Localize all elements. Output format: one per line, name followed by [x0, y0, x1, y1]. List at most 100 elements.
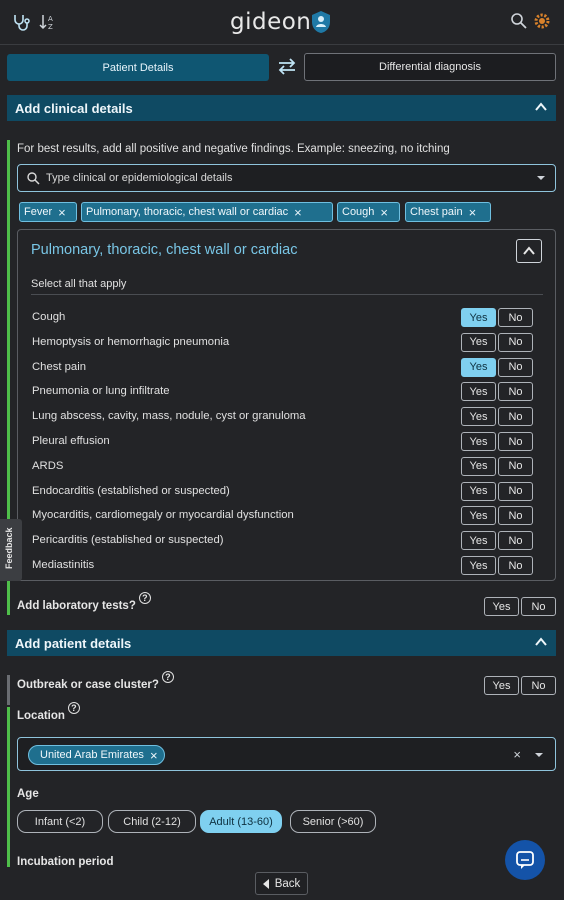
chevron-down-icon[interactable]: [537, 176, 545, 180]
search-placeholder: Type clinical or epidemiological details: [46, 172, 233, 184]
yes-button[interactable]: Yes: [461, 481, 496, 501]
chip-label: Cough: [342, 206, 375, 218]
no-button[interactable]: No: [498, 556, 533, 575]
question-label: Pleural effusion: [32, 435, 110, 447]
question-row: Pneumonia or lung infiltrate Yes No: [32, 382, 552, 402]
settings-icon[interactable]: [533, 12, 555, 32]
location-chip[interactable]: United Arab Emirates ×: [28, 745, 165, 765]
no-button[interactable]: No: [498, 308, 533, 327]
yes-button[interactable]: Yes: [461, 556, 496, 575]
yes-button[interactable]: Yes: [461, 382, 496, 402]
close-icon[interactable]: ×: [469, 205, 477, 220]
location-input[interactable]: United Arab Emirates × ×: [17, 737, 556, 771]
outbreak-rail: [7, 675, 10, 705]
age-option-button[interactable]: Child (2-12): [108, 810, 196, 833]
panel-divider: [31, 294, 543, 295]
top-divider: [0, 44, 564, 45]
sort-icon[interactable]: AZ: [38, 12, 60, 32]
chevron-up-icon[interactable]: [534, 100, 548, 114]
search-icon[interactable]: [510, 12, 532, 32]
feedback-tab[interactable]: Feedback: [0, 519, 22, 581]
outbreak-question: Outbreak or case cluster??: [17, 671, 174, 691]
chip-cough[interactable]: Cough ×: [337, 202, 400, 222]
question-row: Cough Yes No: [32, 308, 552, 328]
no-button[interactable]: No: [498, 407, 533, 427]
no-button[interactable]: No: [498, 382, 533, 402]
close-icon[interactable]: ×: [58, 205, 66, 220]
close-icon[interactable]: ×: [294, 205, 302, 220]
question-row: Hemoptysis or hemorrhagic pneumonia Yes No: [32, 332, 552, 353]
no-button[interactable]: No: [498, 432, 533, 451]
lab-tests-question: Add laboratory tests??: [17, 592, 151, 612]
yes-button[interactable]: Yes: [461, 308, 496, 327]
question-row: Lung abscess, cavity, mass, nodule, cyst…: [32, 407, 552, 427]
no-button[interactable]: No: [498, 531, 533, 551]
yes-button[interactable]: Yes: [461, 432, 496, 451]
age-option-button[interactable]: Infant (<2): [17, 810, 103, 833]
chip-pulmonary[interactable]: Pulmonary, thoracic, chest wall or cardi…: [81, 202, 333, 222]
question-row: Pericarditis (established or suspected) Y…: [32, 531, 552, 551]
location-chip-label: United Arab Emirates: [40, 749, 144, 761]
yes-button[interactable]: Yes: [461, 357, 496, 377]
yes-button[interactable]: Yes: [461, 456, 496, 476]
logo-badge-icon: [310, 10, 332, 34]
tab-differential-diagnosis[interactable]: Differential diagnosis: [304, 53, 556, 81]
feedback-label: Feedback: [4, 527, 14, 569]
clear-icon[interactable]: ×: [513, 747, 521, 762]
chevron-down-icon[interactable]: [535, 753, 543, 757]
search-icon: [26, 171, 40, 185]
chat-icon: [516, 851, 534, 869]
chat-button[interactable]: [505, 840, 545, 880]
yes-button[interactable]: Yes: [461, 332, 496, 352]
panel-title: Pulmonary, thoracic, chest wall or cardi…: [31, 242, 298, 258]
close-icon[interactable]: ×: [150, 748, 158, 763]
no-button[interactable]: No: [498, 481, 533, 501]
outbreak-yes-button[interactable]: Yes: [484, 676, 519, 695]
lab-yes-button[interactable]: Yes: [484, 597, 519, 616]
top-bar: AZ gideon: [0, 0, 564, 44]
no-button[interactable]: No: [498, 506, 533, 526]
clinical-hint: For best results, add all positive and n…: [17, 143, 450, 155]
clinical-search-input[interactable]: Type clinical or epidemiological details: [17, 164, 556, 192]
outbreak-no-button[interactable]: No: [521, 676, 556, 695]
question-label: Mediastinitis: [32, 559, 95, 571]
yes-button[interactable]: Yes: [461, 506, 496, 526]
help-icon[interactable]: ?: [138, 592, 151, 604]
chip-label: Fever: [24, 206, 53, 218]
no-button[interactable]: No: [498, 357, 533, 377]
svg-text:Z: Z: [48, 23, 53, 31]
help-icon[interactable]: ?: [67, 702, 80, 714]
clinical-section-header[interactable]: Add clinical details: [7, 95, 556, 121]
back-label: Back: [274, 877, 301, 890]
close-icon[interactable]: ×: [380, 205, 388, 220]
question-label: Chest pain: [32, 360, 87, 373]
swap-icon[interactable]: [276, 55, 298, 79]
age-option-button[interactable]: Adult (13-60): [200, 810, 282, 833]
question-row: Chest pain Yes No: [32, 357, 552, 378]
yes-button[interactable]: Yes: [461, 407, 496, 427]
tab-patient-details[interactable]: Patient Details: [7, 54, 269, 81]
svg-text:A: A: [48, 15, 53, 23]
incubation-label: Incubation period: [17, 856, 114, 868]
help-icon[interactable]: ?: [161, 671, 174, 683]
question-label: Hemoptysis or hemorrhagic pneumonia: [32, 335, 230, 348]
panel-subtitle: Select all that apply: [31, 278, 127, 290]
panel-collapse-button[interactable]: [516, 239, 542, 263]
back-button[interactable]: Back: [255, 872, 308, 895]
chip-fever[interactable]: Fever ×: [19, 202, 77, 222]
symptom-panel: Pulmonary, thoracic, chest wall or cardi…: [17, 229, 556, 581]
question-label: Pneumonia or lung infiltrate: [32, 385, 170, 398]
stethoscope-icon[interactable]: [12, 12, 34, 32]
yes-button[interactable]: Yes: [461, 531, 496, 551]
patient-rail: [7, 707, 10, 867]
age-option-button[interactable]: Senior (>60): [290, 810, 376, 833]
patient-section-header[interactable]: Add patient details: [7, 630, 556, 656]
no-button[interactable]: No: [498, 332, 533, 352]
chip-chest-pain[interactable]: Chest pain ×: [405, 202, 491, 222]
chevron-up-icon[interactable]: [534, 635, 548, 649]
question-row: Pleural effusion Yes No: [32, 432, 552, 452]
location-label-row: Location?: [17, 702, 80, 722]
lab-no-button[interactable]: No: [521, 597, 556, 616]
question-row: ARDS Yes No: [32, 456, 552, 477]
no-button[interactable]: No: [498, 456, 533, 476]
